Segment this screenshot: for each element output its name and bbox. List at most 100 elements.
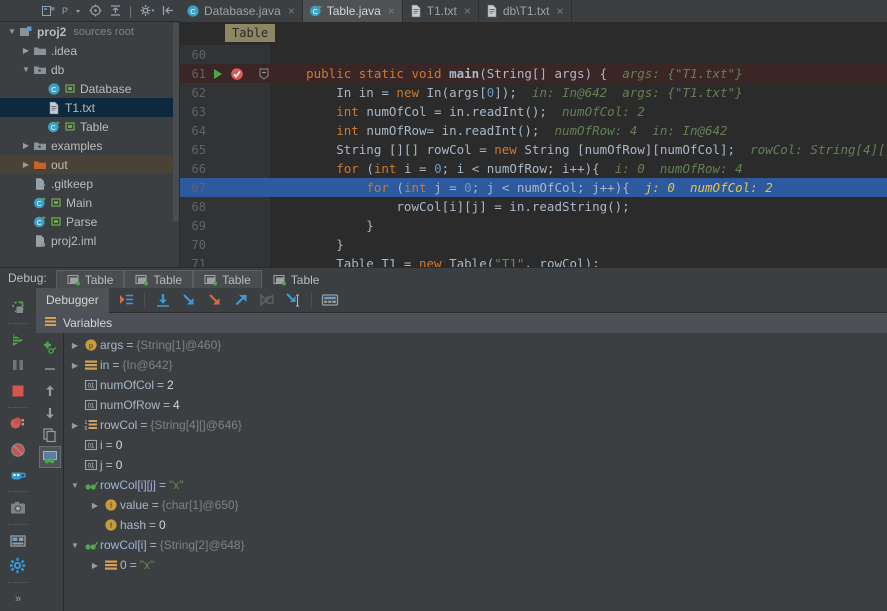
gutter-line[interactable]: 64 <box>180 121 258 140</box>
variable-row[interactable]: 01 j = 0 <box>64 455 887 475</box>
variable-row[interactable]: ▶ f value = {char[1]@650} <box>64 495 887 515</box>
code-line[interactable]: for (int j = 0; j < numOfCol; j++){ j: 0… <box>270 178 887 197</box>
chevron-right-icon[interactable]: ▶ <box>88 501 102 510</box>
editor-tab-db-t1-txt[interactable]: db\T1.txt × <box>478 0 572 22</box>
tree-node-proj2[interactable]: ▼ proj2 sources root <box>0 22 179 41</box>
view-breakpoints-icon[interactable] <box>3 411 33 437</box>
gutter-line[interactable]: 70 <box>180 235 258 254</box>
run-to-cursor-icon[interactable] <box>281 289 305 311</box>
fold-column[interactable] <box>258 45 270 267</box>
fold-marker[interactable] <box>258 64 270 83</box>
evaluate-expression-icon[interactable] <box>318 289 342 311</box>
chevron-right-icon[interactable]: ▶ <box>68 421 82 430</box>
chevron-right-icon[interactable]: ▶ <box>20 46 32 55</box>
project-select-icon[interactable]: P.. <box>62 5 82 17</box>
chevron-down-icon[interactable]: ▼ <box>68 541 82 550</box>
add-watch-icon[interactable] <box>39 336 61 358</box>
variable-row[interactable]: ▶ p args = {String[1]@460} <box>64 335 887 355</box>
code-line[interactable]: In in = new In(args[0]); in: In@642 args… <box>270 83 887 102</box>
step-into-icon[interactable] <box>177 289 201 311</box>
hide-panel-icon[interactable] <box>162 4 175 17</box>
debug-session-tab[interactable]: Table <box>193 270 262 288</box>
close-icon[interactable]: × <box>288 4 295 18</box>
code-line[interactable]: for (int i = 0; i < numOfRow; i++){ i: 0… <box>270 159 887 178</box>
collapse-all-icon[interactable] <box>109 4 122 17</box>
gutter-line[interactable]: 60 <box>180 45 258 64</box>
project-tree[interactable]: ▼ proj2 sources root ▶ .idea ▼ db C Database T1… <box>0 22 180 267</box>
gutter-line[interactable]: 62 <box>180 83 258 102</box>
tree-node-examples[interactable]: ▶ examples <box>0 136 179 155</box>
variable-row[interactable]: ▼ rowCol[i] = {String[2]@648} <box>64 535 887 555</box>
project-view-icon[interactable] <box>42 5 55 17</box>
run-arrow-icon[interactable] <box>211 67 225 81</box>
code-line[interactable]: String [][] rowCol = new String [numOfRo… <box>270 140 887 159</box>
variable-row[interactable]: ▶ in = {In@642} <box>64 355 887 375</box>
code-lines[interactable]: public static void main (String[] args) {… <box>270 45 887 267</box>
gutter-line[interactable]: 65 <box>180 140 258 159</box>
move-up-icon[interactable] <box>39 380 61 402</box>
variables-tree[interactable]: ▶ p args = {String[1]@460} ▶ in = {In@642} 01 num… <box>64 333 887 611</box>
step-over-icon[interactable] <box>151 289 175 311</box>
variable-row[interactable]: ▶ 0 = "x" <box>64 555 887 575</box>
stop-icon[interactable] <box>3 378 33 404</box>
chevron-right-icon[interactable]: ▶ <box>68 361 82 370</box>
resume-program-icon[interactable] <box>3 327 33 353</box>
debug-session-tab[interactable]: Table <box>262 270 331 288</box>
gutter-line[interactable]: 63 <box>180 102 258 121</box>
close-icon[interactable]: × <box>557 4 564 18</box>
variable-row[interactable]: f hash = 0 <box>64 515 887 535</box>
gutter-line[interactable]: 71 <box>180 254 258 268</box>
variable-row[interactable]: ▶ 1 5 rowCol = {String[4][]@646} <box>64 415 887 435</box>
chevron-right-icon[interactable]: ▶ <box>20 160 32 169</box>
chevron-right-icon[interactable]: ▶ <box>68 341 82 350</box>
pause-program-icon[interactable] <box>3 352 33 378</box>
chevron-down-icon[interactable]: ▼ <box>20 65 32 74</box>
code-line[interactable]: int numOfCol = in.readInt(); numOfCol: 2 <box>270 102 887 121</box>
inspect-icon[interactable] <box>38 446 61 468</box>
tree-node-gitkeep[interactable]: ? .gitkeep <box>0 174 179 193</box>
variable-row[interactable]: 01 i = 0 <box>64 435 887 455</box>
tree-node-t1txt[interactable]: T1.txt <box>0 98 179 117</box>
chevron-right-icon[interactable]: ▶ <box>20 141 32 150</box>
chevron-right-icon[interactable]: ▶ <box>88 561 102 570</box>
copy-value-icon[interactable] <box>39 424 61 446</box>
close-icon[interactable]: × <box>388 4 395 18</box>
project-tree-scrollbar[interactable] <box>173 22 179 222</box>
force-step-into-icon[interactable] <box>203 289 227 311</box>
gutter-line[interactable]: 69 <box>180 216 258 235</box>
tree-node-proj2iml[interactable]: proj2.iml <box>0 231 179 250</box>
chevron-down-icon[interactable]: ▼ <box>6 27 18 36</box>
step-out-icon[interactable] <box>229 289 253 311</box>
gutter-line[interactable]: 67 <box>180 178 258 197</box>
gutter-line[interactable]: 61 <box>180 64 258 83</box>
mute-breakpoints-icon[interactable] <box>3 437 33 463</box>
chevron-down-icon[interactable]: ▼ <box>68 481 82 490</box>
code-line[interactable]: rowCol[i][j] = in.readString(); <box>270 197 887 216</box>
more-actions-icon[interactable]: » <box>3 586 33 611</box>
settings-gear-icon[interactable] <box>139 4 155 17</box>
variable-row[interactable]: 01 numOfCol = 2 <box>64 375 887 395</box>
breadcrumb[interactable]: Table <box>225 24 276 42</box>
rerun-icon[interactable] <box>3 294 33 320</box>
variable-row[interactable]: ▼ rowCol[i][j] = "x" <box>64 475 887 495</box>
editor-gutter[interactable]: 60616263646566676869707172 <box>180 45 258 267</box>
layout-settings-icon[interactable] <box>3 528 33 554</box>
code-line[interactable]: Table T1 = new Table("T1", rowCol); <box>270 254 887 267</box>
move-down-icon[interactable] <box>39 402 61 424</box>
code-line[interactable]: } <box>270 235 887 254</box>
tab-debugger[interactable]: Debugger <box>36 287 109 313</box>
thread-dump-icon[interactable] <box>3 462 33 488</box>
code-line[interactable]: } <box>270 216 887 235</box>
editor-tab-t1-txt[interactable]: T1.txt × <box>402 0 479 22</box>
editor-tab-database-java[interactable]: C Database.java × <box>180 0 303 22</box>
tree-node-db[interactable]: ▼ db <box>0 60 179 79</box>
code-line[interactable]: public static void main (String[] args) {… <box>270 64 887 83</box>
code-line[interactable] <box>270 45 887 64</box>
gutter-markers[interactable] <box>206 67 258 81</box>
breakpoint-verified-icon[interactable] <box>230 67 244 81</box>
code-line[interactable]: int numOfRow= in.readInt(); numOfRow: 4 … <box>270 121 887 140</box>
code-editor[interactable]: Table 60616263646566676869707172 public … <box>180 22 887 267</box>
debug-session-tab[interactable]: Table <box>55 270 125 288</box>
tree-node-main[interactable]: C Main <box>0 193 179 212</box>
settings-gear-icon[interactable] <box>3 554 33 580</box>
